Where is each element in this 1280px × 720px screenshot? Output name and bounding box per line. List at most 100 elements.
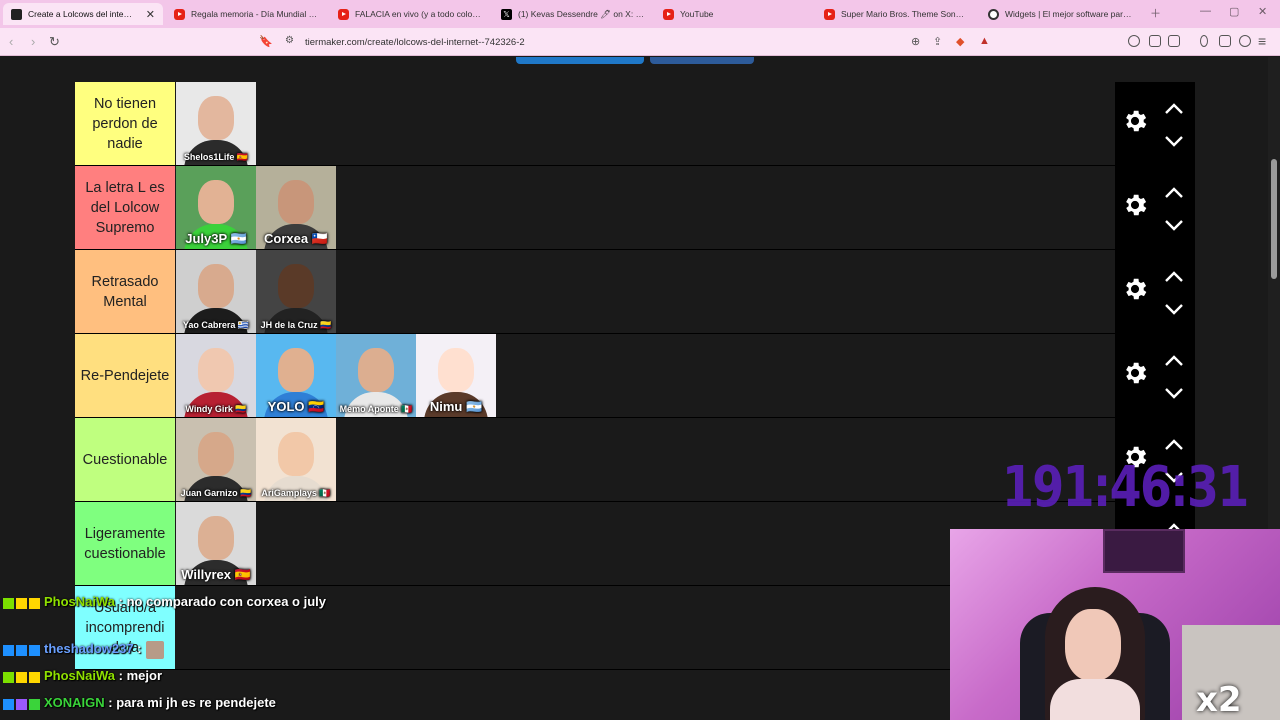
chevron-down-icon[interactable]	[1164, 386, 1184, 399]
minimize-icon[interactable]: —	[1200, 5, 1211, 17]
creator-name: Corxea 🇨🇱	[264, 231, 328, 246]
browser-tab[interactable]: Regala memoria - Día Mundial del A	[166, 3, 326, 25]
sidebar-icon[interactable]	[1168, 35, 1180, 47]
browser-tab[interactable]: Super Mario Bros. Theme Song - You	[816, 3, 976, 25]
chevron-down-icon[interactable]	[1164, 218, 1184, 231]
tab-title: YouTube	[680, 9, 714, 19]
music-icon[interactable]	[1200, 35, 1208, 47]
tier-item-card[interactable]: JH de la Cruz 🇨🇴	[256, 250, 336, 333]
tier-item-card[interactable]: Windy Girk 🇨🇴	[176, 334, 256, 417]
chat-username[interactable]: PhosNaiWa	[44, 668, 115, 683]
badge-icon	[3, 597, 14, 609]
chevron-down-icon[interactable]	[1164, 302, 1184, 315]
tier-label[interactable]: No tienen perdon de nadie	[75, 82, 175, 165]
browser-tab[interactable]: 𝕏 (1) Kevas Dessendre 🖊 on X: "@Ha	[493, 3, 653, 25]
tab-bar: Create a Lolcows del internet Ti ✕ Regala …	[0, 0, 1280, 28]
tier-item-card[interactable]: Corxea 🇨🇱	[256, 166, 336, 249]
youtube-icon	[338, 8, 349, 20]
tier-item-card[interactable]: Memo Aponte 🇲🇽	[336, 334, 416, 417]
brave-shield-icon[interactable]: ◆	[956, 35, 964, 48]
tier-row: No tienen perdon de nadie Shelos1Life 🇪🇸	[75, 82, 1195, 166]
tier-item-card[interactable]: Juan Garnizo 🇨🇴	[176, 418, 256, 501]
tier-label[interactable]: La letra L es del Lolcow Supremo	[75, 166, 175, 249]
browser-tab[interactable]: YouTube	[655, 3, 815, 25]
chat-badges	[3, 593, 42, 613]
tab-title: FALACIA en vivo (y a todo color) - Ri	[355, 9, 482, 19]
creator-portrait	[198, 96, 234, 140]
tier-item-card[interactable]: Willyrex 🇪🇸	[176, 502, 256, 585]
tier-controls	[1115, 82, 1195, 165]
address-bar[interactable]: 🔖 ⚙ tiermaker.com/create/lolcows-del-int…	[254, 31, 998, 53]
save-button[interactable]	[650, 57, 754, 64]
zoom-icon[interactable]: ⊕	[911, 35, 920, 48]
maximize-icon[interactable]: ▢	[1229, 5, 1239, 18]
gear-icon[interactable]	[1121, 359, 1149, 387]
creator-portrait	[198, 348, 234, 392]
share-icon[interactable]: ⇪	[933, 35, 942, 48]
chevron-up-icon[interactable]	[1164, 102, 1184, 114]
tier-items: Yao Cabrera 🇺🇾 JH de la Cruz 🇨🇴	[176, 250, 336, 333]
reload-icon[interactable]: ↻	[49, 34, 60, 50]
leo-icon[interactable]	[1239, 35, 1251, 47]
chat-username[interactable]: PhosNaiWa	[44, 594, 115, 609]
tier-item-card[interactable]: Nimu 🇦🇷	[416, 334, 496, 417]
back-icon[interactable]: ‹	[9, 34, 13, 50]
tier-label[interactable]: Re-Pendejete	[75, 334, 175, 417]
chat-username[interactable]: theshadow237	[44, 641, 134, 656]
tier-row: Retrasado Mental Yao Cabrera 🇺🇾 JH de la C…	[75, 250, 1195, 334]
tier-label[interactable]: Retrasado Mental	[75, 250, 175, 333]
tab-title: (1) Kevas Dessendre 🖊 on X: "@Ha	[518, 8, 645, 19]
rewards-icon[interactable]: ▲	[979, 35, 990, 47]
badge-icon	[29, 597, 40, 609]
wallet-icon[interactable]	[1219, 35, 1231, 47]
gear-icon[interactable]	[1121, 107, 1149, 135]
close-tab-icon[interactable]: ✕	[146, 8, 155, 21]
tier-label[interactable]: Cuestionable	[75, 418, 175, 501]
browser-tab[interactable]: Create a Lolcows del internet Ti ✕	[3, 3, 163, 25]
tier-item-card[interactable]: July3P 🇦🇷	[176, 166, 256, 249]
menu-icon[interactable]: ≡	[1258, 33, 1266, 49]
forward-icon[interactable]: ›	[31, 34, 35, 50]
badge-icon	[29, 644, 40, 656]
gear-icon[interactable]	[1121, 191, 1149, 219]
close-window-icon[interactable]: ✕	[1258, 5, 1267, 18]
youtube-icon	[663, 8, 674, 20]
site-info-icon[interactable]: ⚙	[285, 35, 294, 46]
tier-item-card[interactable]: AriGamplays 🇲🇽	[256, 418, 336, 501]
browser-tab[interactable]: Widgets | El mejor software para pc	[980, 3, 1140, 25]
tier-label[interactable]: Ligeramente cuestionable	[75, 502, 175, 585]
chat-username[interactable]: XONAIGN	[44, 695, 105, 710]
tier-item-card[interactable]: YOLO 🇻🇪	[256, 334, 336, 417]
chat-message: PhosNaiWa : no comparado con corxea o ju…	[3, 592, 333, 613]
tier-items: Shelos1Life 🇪🇸	[176, 82, 256, 165]
browser-tab[interactable]: FALACIA en vivo (y a todo color) - Ri	[330, 3, 490, 25]
streamer-body	[1050, 679, 1140, 720]
tier-item-card[interactable]: Yao Cabrera 🇺🇾	[176, 250, 256, 333]
new-tab-icon[interactable]: ＋	[1150, 5, 1161, 21]
chevron-up-icon[interactable]	[1164, 354, 1184, 366]
badge-icon	[29, 671, 40, 683]
puzzle-icon[interactable]	[1149, 35, 1161, 47]
x-icon: 𝕏	[501, 8, 512, 20]
gear-icon[interactable]	[1121, 275, 1149, 303]
url-text[interactable]: tiermaker.com/create/lolcows-del-interne…	[305, 37, 525, 48]
extension-icon[interactable]	[1128, 35, 1140, 47]
tier-item-card[interactable]: Shelos1Life 🇪🇸	[176, 82, 256, 165]
chevron-up-icon[interactable]	[1164, 438, 1184, 450]
creator-portrait	[278, 264, 314, 308]
chevron-up-icon[interactable]	[1164, 186, 1184, 198]
chat-badges	[3, 694, 42, 714]
chat-text: : no comparado con corxea o july	[118, 594, 326, 609]
creator-name: JH de la Cruz 🇨🇴	[260, 320, 332, 330]
tier-controls	[1115, 334, 1195, 417]
download-button[interactable]	[516, 57, 644, 64]
creator-name: Juan Garnizo 🇨🇴	[180, 488, 252, 498]
bookmark-icon[interactable]: 🔖	[259, 35, 273, 48]
chevron-down-icon[interactable]	[1164, 134, 1184, 147]
badge-icon	[16, 698, 27, 710]
streamer-face	[1065, 609, 1121, 681]
chevron-up-icon[interactable]	[1164, 270, 1184, 282]
scrollbar-thumb[interactable]	[1271, 159, 1277, 279]
tab-title: Create a Lolcows del internet Ti	[28, 9, 134, 19]
crying-cat-emote: x2	[1182, 625, 1280, 720]
